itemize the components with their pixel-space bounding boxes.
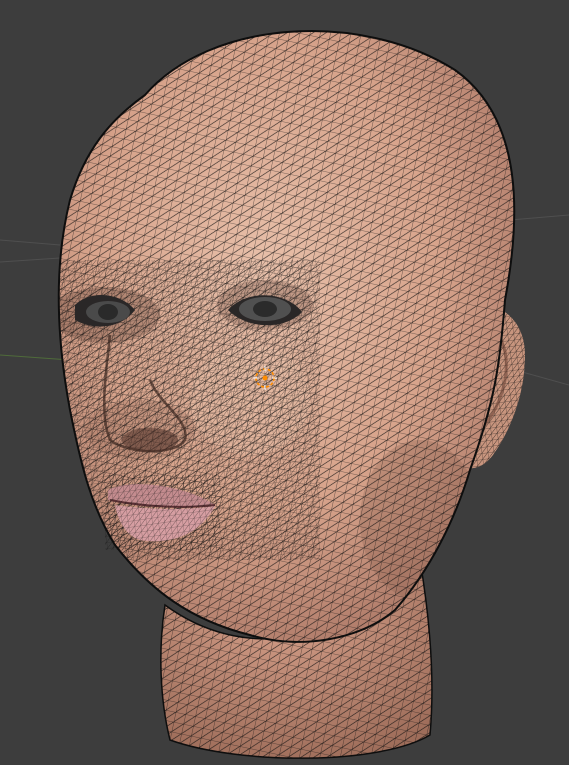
3d-viewport[interactable] bbox=[0, 0, 569, 765]
head-mesh bbox=[57, 30, 516, 643]
lips bbox=[105, 475, 220, 550]
viewport-canvas[interactable] bbox=[0, 0, 569, 765]
x-axis-line bbox=[0, 354, 71, 361]
